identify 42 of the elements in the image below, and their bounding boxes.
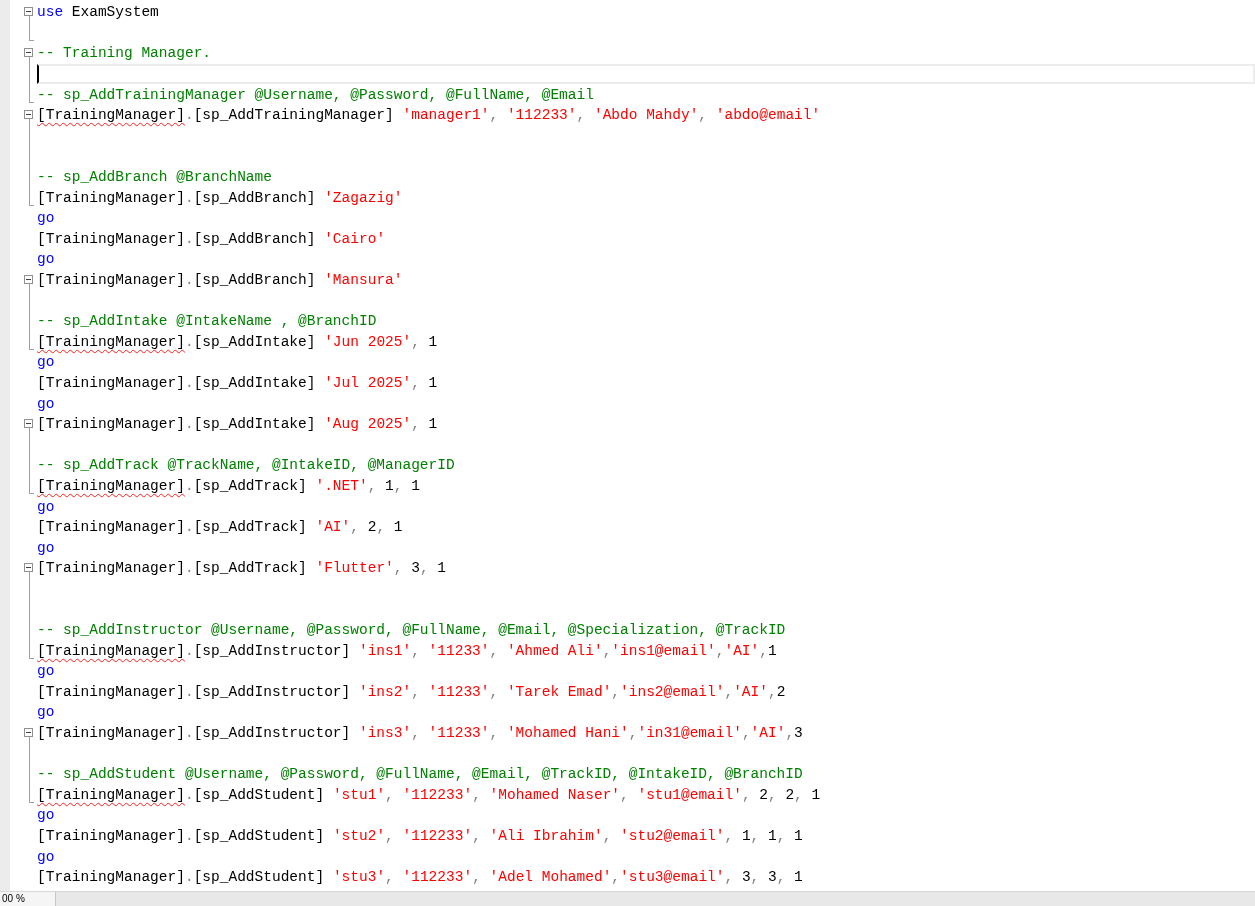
code-comment: -- sp_AddTrainingManager @Username, @Password, @FullName, @Email <box>37 85 594 105</box>
code-line: go <box>37 847 55 867</box>
code-line: [TrainingManager].[sp_AddInstructor] 'ins3', '11233', 'Mohamed Hani','in31@email','AI',3 <box>37 724 803 744</box>
code-line: go <box>37 703 55 723</box>
code-line: [TrainingManager].[sp_AddInstructor] 'ins2', '11233', 'Tarek Emad','ins2@email','AI',2 <box>37 682 786 702</box>
zoom-level[interactable]: 00 % <box>0 892 56 906</box>
code-line: [TrainingManager].[sp_AddIntake] 'Jun 2025', 1 <box>37 332 438 352</box>
code-line: [TrainingManager].[sp_AddIntake] 'Jul 2025', 1 <box>37 374 438 393</box>
code-line: use ExamSystem <box>37 3 159 23</box>
code-line: go <box>37 250 55 270</box>
collapse-icon[interactable] <box>24 418 33 428</box>
code-line: go <box>37 209 55 229</box>
code-comment: -- sp_AddIntake @IntakeName , @BranchID <box>37 312 377 332</box>
code-line: go <box>37 497 55 517</box>
code-line: go <box>37 353 55 373</box>
code-comment: -- Training Manager. <box>37 44 212 64</box>
code-line: [TrainingManager].[sp_AddBranch] 'Mansura' <box>37 271 403 290</box>
code-line: [TrainingManager].[sp_AddStudent] 'stu1', '112233', 'Mohamed Naser', 'stu1@email', 2, 2, 1 <box>37 785 821 805</box>
code-comment: -- sp_AddStudent @Username, @Password, @FullName, @Email, @TrackID, @IntakeID, @BranchID <box>37 765 803 785</box>
code-comment: -- sp_AddTrack @TrackName, @IntakeID, @ManagerID <box>37 456 455 476</box>
collapse-icon[interactable] <box>24 727 33 737</box>
collapse-icon[interactable] <box>24 48 33 58</box>
code-line: go <box>37 538 55 558</box>
code-line: [TrainingManager].[sp_AddBranch] 'Cairo' <box>37 229 386 249</box>
collapse-icon[interactable] <box>24 109 33 119</box>
code-line: [TrainingManager].[sp_AddIntake] 'Aug 2025', 1 <box>37 415 438 435</box>
code-line: [TrainingManager].[sp_AddTrack] '.NET', 1, 1 <box>37 476 420 496</box>
collapse-icon[interactable] <box>24 7 33 16</box>
code-line: go <box>37 662 55 682</box>
code-line: [TrainingManager].[sp_AddStudent] 'stu2', '112233', 'Ali Ibrahim', 'stu2@email', 1, 1, 1 <box>37 827 803 847</box>
collapse-icon[interactable] <box>24 563 33 573</box>
code-line: [TrainingManager].[sp_AddInstructor] 'ins1', '11233', 'Ahmed Ali','ins1@email','AI',1 <box>37 641 777 661</box>
code-line: [TrainingManager].[sp_AddTrainingManager] 'manager1', '112233', 'Abdo Mahdy', 'abdo@email' <box>37 106 821 126</box>
code-comment: -- sp_AddBranch @BranchName <box>37 168 272 188</box>
code-line: go <box>37 394 55 414</box>
code-line: [TrainingManager].[sp_AddBranch] 'Zagazig' <box>37 188 403 208</box>
collapse-icon[interactable] <box>24 274 33 284</box>
code-line: [TrainingManager].[sp_AddStudent] 'stu3', '112233', 'Adel Mohamed','stu3@email', 3, 3, 1 <box>37 868 803 888</box>
code-comment: -- sp_AddInstructor @Username, @Password, @FullName, @Email, @Specialization, @TrackID <box>37 621 786 641</box>
code-line: [TrainingManager].[sp_AddTrack] 'AI', 2, 1 <box>37 518 403 538</box>
code-line: [TrainingManager].[sp_AddTrack] 'Flutter', 3, 1 <box>37 559 446 579</box>
code-line: go <box>37 806 55 826</box>
